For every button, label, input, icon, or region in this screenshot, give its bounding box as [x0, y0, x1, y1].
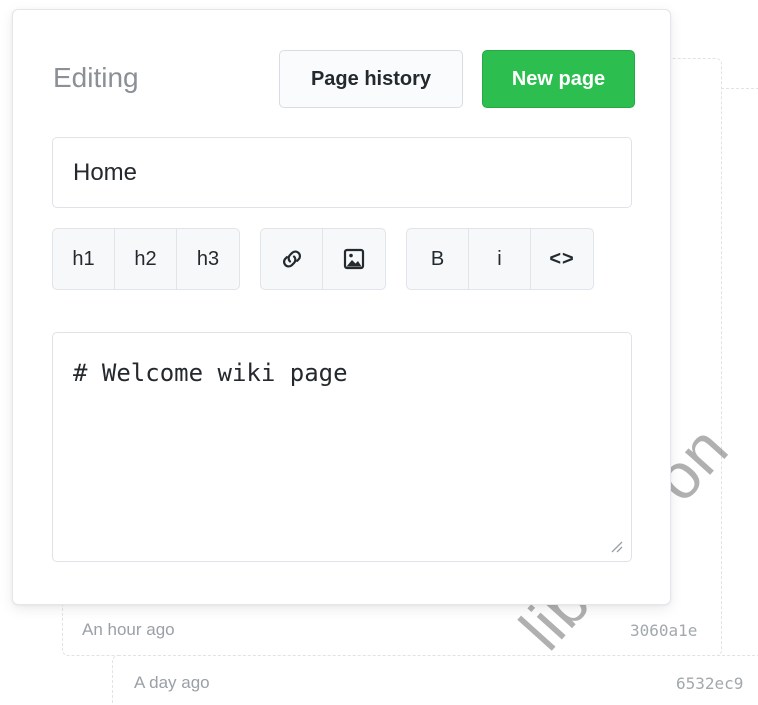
h1-button[interactable]: h1 — [53, 229, 115, 289]
h3-button[interactable]: h3 — [177, 229, 239, 289]
editor-heading: Editing — [53, 62, 139, 93]
code-button[interactable]: <> — [531, 229, 593, 289]
editor-card: Editing Page history New page h1 h2 h3 — [12, 9, 671, 605]
insert-toolbar-group — [260, 228, 386, 290]
history-sha: 3060a1e — [630, 621, 698, 640]
history-time: A day ago — [134, 673, 210, 692]
resize-grip-icon[interactable] — [608, 538, 624, 554]
page-title-input[interactable] — [52, 137, 632, 208]
page-history-button[interactable]: Page history — [279, 50, 463, 108]
page-body-textarea[interactable]: # Welcome wiki page — [52, 332, 632, 562]
code-icon: <> — [549, 247, 575, 270]
h2-button[interactable]: h2 — [115, 229, 177, 289]
wiki-editor-stage: An hour ago 3060a1e A day ago 6532ec9 li… — [0, 0, 758, 705]
format-toolbar-group: B i <> — [406, 228, 594, 290]
link-button[interactable] — [261, 229, 323, 289]
new-page-button[interactable]: New page — [482, 50, 635, 108]
italic-button[interactable]: i — [469, 229, 531, 289]
image-button[interactable] — [323, 229, 385, 289]
history-time: An hour ago — [82, 620, 175, 639]
heading-toolbar-group: h1 h2 h3 — [52, 228, 240, 290]
link-icon — [282, 250, 301, 268]
history-sha: 6532ec9 — [676, 674, 744, 693]
image-icon — [343, 248, 365, 270]
bold-button[interactable]: B — [407, 229, 469, 289]
